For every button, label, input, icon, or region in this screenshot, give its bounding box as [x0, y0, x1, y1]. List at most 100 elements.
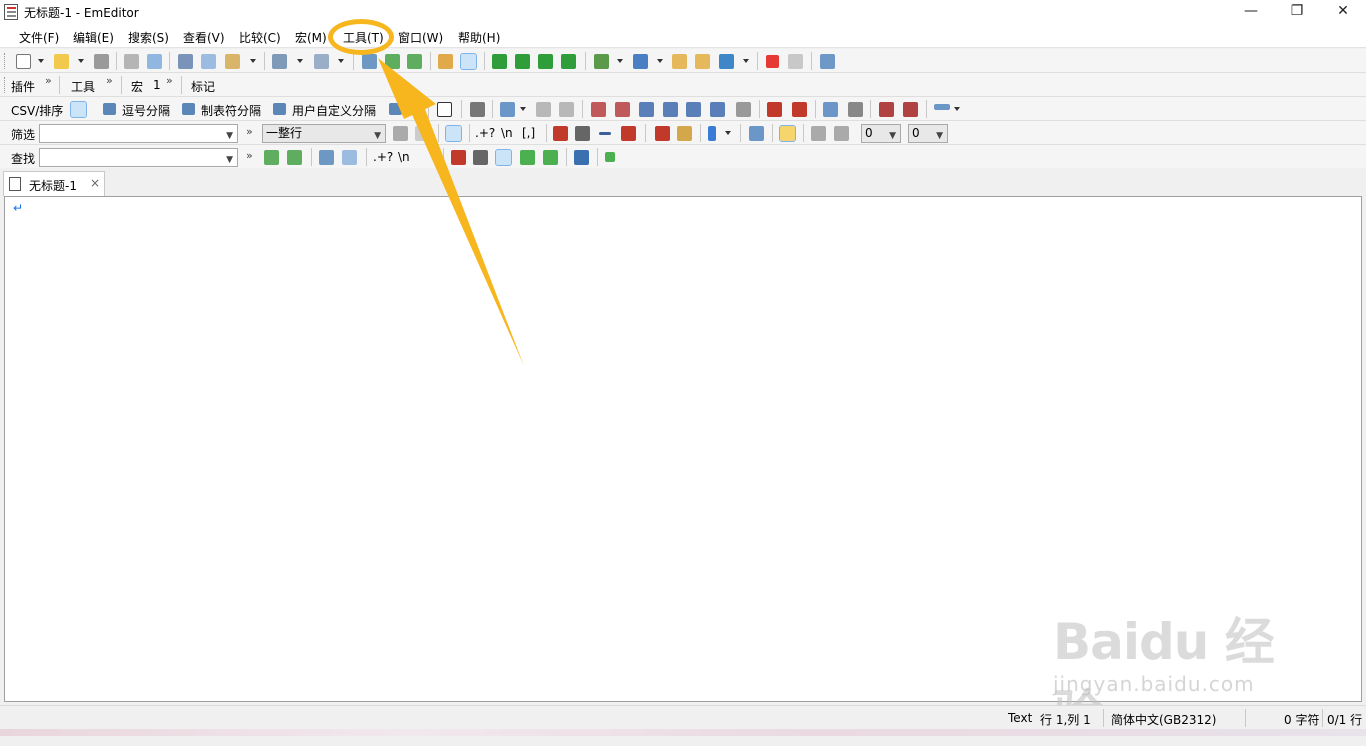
menu-compare[interactable]: 比较(C): [239, 29, 281, 46]
find-previous-icon[interactable]: [287, 150, 302, 165]
open-dropdown-icon[interactable]: [78, 59, 84, 63]
bookmark-icon[interactable]: [655, 126, 670, 141]
redo-dropdown-icon[interactable]: [338, 59, 344, 63]
filter-list-icon[interactable]: [749, 126, 764, 141]
advanced-filter-icon[interactable]: [811, 126, 826, 141]
sort-length-desc-icon[interactable]: [710, 102, 725, 117]
menu-macros[interactable]: 宏(M): [295, 29, 327, 46]
find-next-icon[interactable]: [385, 54, 400, 69]
wrap-window-icon[interactable]: [515, 54, 530, 69]
column-select-icon[interactable]: [500, 102, 515, 117]
spell-check-icon[interactable]: [767, 102, 782, 117]
numbering-icon[interactable]: [879, 102, 894, 117]
print-preview-icon[interactable]: [147, 54, 162, 69]
find-overflow-icon[interactable]: »: [246, 149, 253, 162]
properties-icon[interactable]: [672, 54, 687, 69]
find-newline-toggle[interactable]: \n: [398, 150, 410, 164]
chevron-down-icon[interactable]: ▼: [374, 128, 381, 145]
negative-filter-icon[interactable]: [599, 132, 611, 135]
find-panel-icon[interactable]: [574, 150, 589, 165]
filter-overflow-icon[interactable]: »: [246, 125, 253, 138]
plugins-toolbar-label[interactable]: 插件: [11, 78, 35, 95]
close-tab-icon[interactable]: ×: [90, 176, 100, 190]
context-before-select[interactable]: 0 ▼: [861, 124, 901, 143]
highlight-icon[interactable]: [319, 150, 334, 165]
chevron-down-icon[interactable]: ▼: [936, 128, 943, 145]
filter-options-icon[interactable]: [834, 126, 849, 141]
ruler-icon[interactable]: [934, 104, 950, 110]
csv-extra-icon[interactable]: [389, 103, 402, 115]
minimize-button[interactable]: —: [1228, 0, 1274, 24]
delete-column-icon[interactable]: [470, 102, 485, 117]
new-file-icon[interactable]: [16, 54, 31, 69]
paste-dropdown-icon[interactable]: [250, 59, 256, 63]
chevron-down-icon[interactable]: ▼: [226, 152, 233, 169]
document-tab[interactable]: 无标题-1 ×: [3, 171, 105, 196]
status-position[interactable]: 行 1,列 1: [1040, 711, 1091, 728]
wrap-page-icon[interactable]: [538, 54, 553, 69]
menu-help[interactable]: 帮助(H): [458, 29, 500, 46]
find-all-icon[interactable]: [520, 150, 535, 165]
sort-numeric-asc-icon[interactable]: [639, 102, 654, 117]
split-icon[interactable]: [559, 102, 574, 117]
run-macro-icon[interactable]: [788, 54, 803, 69]
find-whole-word-icon[interactable]: [473, 150, 488, 165]
insert-column-icon[interactable]: [437, 102, 452, 117]
numbers-123-icon[interactable]: [903, 102, 918, 117]
status-encoding[interactable]: 简体中文(GB2312): [1111, 711, 1216, 728]
find-input[interactable]: ▼: [39, 148, 238, 167]
new-dropdown-icon[interactable]: [38, 59, 44, 63]
open-folder-icon[interactable]: [54, 54, 69, 69]
match-case-icon[interactable]: [553, 126, 568, 141]
clear-format-icon[interactable]: [621, 126, 636, 141]
macros-overflow-icon[interactable]: »: [166, 74, 173, 87]
config-dropdown-icon[interactable]: [617, 59, 623, 63]
text-editor[interactable]: ↵: [4, 196, 1362, 702]
filter-newline-toggle[interactable]: \n: [501, 126, 513, 140]
find-wrap-icon[interactable]: [495, 149, 512, 166]
record-macro-icon[interactable]: [766, 55, 779, 68]
spell-options-icon[interactable]: [792, 102, 807, 117]
all-properties-icon[interactable]: [695, 54, 710, 69]
sort-numeric-desc-icon[interactable]: [663, 102, 678, 117]
menu-search[interactable]: 搜索(S): [128, 29, 169, 46]
filter-search-icon[interactable]: [445, 125, 462, 142]
paste-icon[interactable]: [225, 54, 240, 69]
window-tile-icon[interactable]: [848, 102, 863, 117]
plugins-overflow-icon[interactable]: »: [45, 74, 52, 87]
menu-edit[interactable]: 编辑(E): [73, 29, 114, 46]
config-icon[interactable]: [594, 54, 609, 69]
user-defined-separated-button[interactable]: 用户自定义分隔: [292, 102, 376, 119]
filter-input[interactable]: ▼: [39, 124, 238, 143]
filter-escape-toggle[interactable]: [,]: [522, 126, 535, 140]
comma-separated-button[interactable]: 逗号分隔: [122, 102, 170, 119]
filter-scope-select[interactable]: 一整行 ▼: [262, 124, 386, 143]
filter-icon[interactable]: [460, 53, 477, 70]
customize-icon[interactable]: [719, 54, 734, 69]
font-dropdown-icon[interactable]: [657, 59, 663, 63]
copy-icon[interactable]: [201, 54, 216, 69]
font-icon[interactable]: [633, 54, 648, 69]
chevron-down-icon[interactable]: ▼: [889, 128, 896, 145]
filter-regex-toggle[interactable]: .+?: [475, 126, 495, 140]
wrap-none-icon[interactable]: [492, 54, 507, 69]
plugin-wrench-icon[interactable]: [820, 54, 835, 69]
menu-view[interactable]: 查看(V): [183, 29, 225, 46]
save-icon[interactable]: [94, 54, 109, 69]
refresh-icon[interactable]: [393, 126, 408, 141]
find-previous-icon[interactable]: [407, 54, 422, 69]
outline-icon[interactable]: [823, 102, 838, 117]
join-icon[interactable]: [536, 102, 551, 117]
menu-file[interactable]: 文件(F): [19, 29, 59, 46]
menu-window[interactable]: 窗口(W): [398, 29, 443, 46]
column-dropdown-icon[interactable]: [520, 107, 526, 111]
tools-overflow-icon[interactable]: »: [106, 74, 113, 87]
tools-toolbar-label[interactable]: 工具: [71, 78, 95, 95]
csv-normal-mode-icon[interactable]: [70, 101, 87, 118]
csv-sort-label[interactable]: CSV/排序: [11, 102, 63, 119]
ruler-dropdown-icon[interactable]: [954, 107, 960, 111]
undo-icon[interactable]: [272, 54, 287, 69]
direction-dropdown-icon[interactable]: [725, 131, 731, 135]
status-mode[interactable]: Text: [1008, 711, 1032, 725]
chevron-down-icon[interactable]: ▼: [226, 128, 233, 145]
